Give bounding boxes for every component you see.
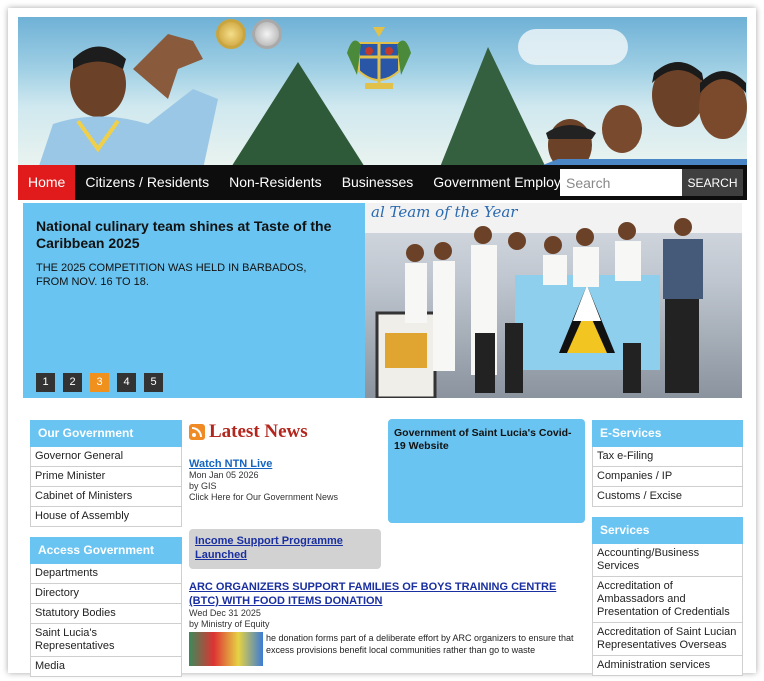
slider-page-2[interactable]: 2: [63, 373, 82, 392]
link-administration-services[interactable]: Administration services: [592, 656, 743, 676]
photo-banner-text: al Team of the Year: [371, 203, 518, 221]
relay-team-photo: [543, 62, 747, 165]
article-author: by Ministry of Equity: [189, 619, 270, 629]
culinary-team-photo: al Team of the Year: [365, 203, 742, 398]
link-statutory-bodies[interactable]: Statutory Bodies: [30, 604, 182, 624]
main-nav: Home Citizens / Residents Non-Residents …: [18, 165, 747, 200]
news-slider: National culinary team shines at Taste o…: [23, 203, 742, 398]
news-article: ARC ORGANIZERS SUPPORT FAMILIES OF BOYS …: [189, 580, 589, 666]
latest-news-panel: Latest News Watch NTN Live Mon Jan 05 20…: [189, 420, 384, 503]
slider-page-3[interactable]: 3: [90, 373, 109, 392]
link-accounting-business-services[interactable]: Accounting/Business Services: [592, 544, 743, 577]
news-description: Click Here for Our Government News: [189, 492, 339, 502]
e-services-panel: E-Services Tax e-Filing Companies / IP C…: [592, 420, 743, 676]
covid-website-panel[interactable]: Government of Saint Lucia's Covid-19 Web…: [388, 419, 585, 523]
link-customs-excise[interactable]: Customs / Excise: [592, 487, 743, 507]
news-author: by GIS: [189, 481, 217, 491]
slider-pager: 1 2 3 4 5: [36, 373, 163, 392]
search-button[interactable]: SEARCH: [682, 169, 743, 196]
coat-of-arms-icon: [347, 27, 411, 89]
rss-icon[interactable]: [189, 424, 205, 440]
slider-page-5[interactable]: 5: [144, 373, 163, 392]
slide-caption[interactable]: National culinary team shines at Taste o…: [23, 203, 365, 398]
slider-page-4[interactable]: 4: [117, 373, 136, 392]
latest-news-title: Latest News: [209, 421, 308, 442]
watch-ntn-live-link[interactable]: Watch NTN Live: [189, 458, 384, 470]
income-support-callout: Income Support Programme Launched: [189, 529, 381, 569]
access-government-heading: Access Government: [30, 537, 182, 564]
header-banner: [18, 17, 747, 165]
nav-citizens-residents[interactable]: Citizens / Residents: [75, 165, 219, 200]
covid-website-title[interactable]: Government of Saint Lucia's Covid-19 Web…: [394, 427, 579, 453]
nav-businesses[interactable]: Businesses: [332, 165, 424, 200]
services-heading: Services: [592, 517, 743, 544]
link-house-of-assembly[interactable]: House of Assembly: [30, 507, 182, 527]
slider-page-1[interactable]: 1: [36, 373, 55, 392]
link-departments[interactable]: Departments: [30, 564, 182, 584]
latest-news-heading: Latest News: [189, 420, 384, 444]
nav-non-residents[interactable]: Non-Residents: [219, 165, 332, 200]
link-media[interactable]: Media: [30, 657, 182, 677]
our-government-panel: Our Government Governor General Prime Mi…: [30, 420, 182, 677]
slide-subtitle: THE 2025 COMPETITION WAS HELD IN BARBADO…: [36, 262, 307, 288]
link-accreditation-representatives[interactable]: Accreditation of Saint Lucian Representa…: [592, 623, 743, 656]
link-saint-lucias-representatives[interactable]: Saint Lucia's Representatives: [30, 624, 182, 657]
silver-medal-icon: [252, 19, 282, 49]
link-cabinet-of-ministers[interactable]: Cabinet of Ministers: [30, 487, 182, 507]
link-governor-general[interactable]: Governor General: [30, 447, 182, 467]
search-input[interactable]: [560, 169, 682, 196]
news-date: Mon Jan 05 2026: [189, 470, 259, 480]
nav-home[interactable]: Home: [18, 165, 76, 200]
slide-headline[interactable]: National culinary team shines at Taste o…: [36, 218, 336, 252]
link-tax-e-filing[interactable]: Tax e-Filing: [592, 447, 743, 467]
link-prime-minister[interactable]: Prime Minister: [30, 467, 182, 487]
link-companies-ip[interactable]: Companies / IP: [592, 467, 743, 487]
our-government-heading: Our Government: [30, 420, 182, 447]
search-bar: SEARCH: [560, 169, 743, 196]
income-support-link[interactable]: Income Support Programme Launched: [195, 534, 375, 562]
slide-photo[interactable]: al Team of the Year: [365, 203, 742, 398]
athlete-photo: [39, 34, 218, 165]
article-headline-link[interactable]: ARC ORGANIZERS SUPPORT FAMILIES OF BOYS …: [189, 580, 589, 608]
article-date: Wed Dec 31 2025: [189, 608, 261, 618]
article-excerpt: he donation forms part of a deliberate e…: [266, 633, 574, 655]
article-thumbnail[interactable]: [189, 632, 263, 666]
e-services-heading: E-Services: [592, 420, 743, 447]
link-accreditation-ambassadors[interactable]: Accreditation of Ambassadors and Present…: [592, 577, 743, 623]
link-directory[interactable]: Directory: [30, 584, 182, 604]
